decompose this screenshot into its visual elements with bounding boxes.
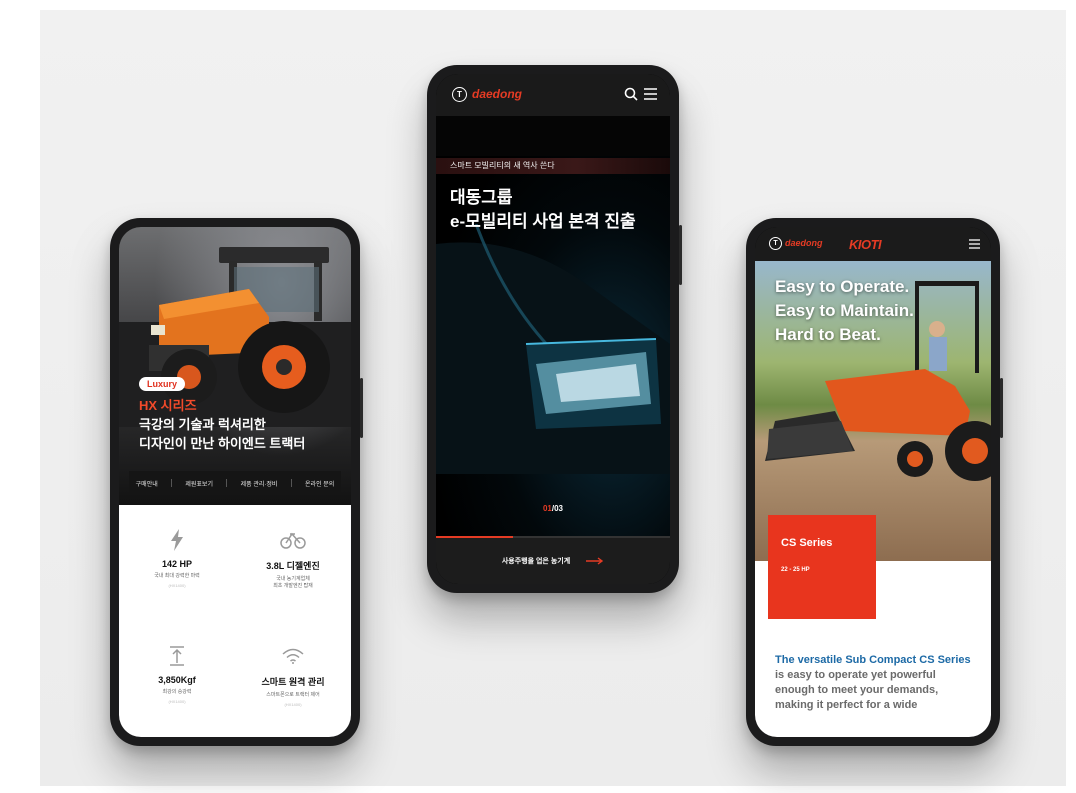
menu-icon[interactable]: [969, 239, 980, 249]
headline-line1: 극강의 기술과 럭셔리한: [139, 417, 266, 432]
spec-value: 142 HP: [161, 559, 193, 569]
nav-purchase-guide[interactable]: 구매안내: [136, 479, 158, 488]
phone-e-mobility: T daedong 스마트 모빌리티의 새 역사 쓴다 대동그룹 e-모빌리티 …: [427, 65, 682, 593]
spec-value: 3,850Kgf: [158, 675, 196, 685]
app-header: T daedong: [436, 74, 670, 116]
headline-line1: 대동그룹: [450, 188, 513, 207]
phone-hx-series: Luxury HX 시리즈 극강의 기술과 럭셔리한 디자인이 만난 하이엔드 …: [110, 218, 363, 746]
spec-lift: 3,850Kgf 최강의 승강력 (HX1400): [119, 643, 235, 704]
spec-note: (HX1400): [168, 583, 186, 588]
nav-maintenance[interactable]: 제품 관리·정비: [241, 479, 278, 488]
spec-desc: 최강의 승강력: [162, 689, 192, 695]
pager-total: 03: [554, 504, 564, 513]
spec-smart: 스마트 원격 관리 스마트폰으로 트랙터 제어 (HX1400): [235, 643, 351, 707]
headline-line1: Easy to Operate.: [775, 277, 910, 296]
menu-icon[interactable]: [644, 88, 657, 100]
spec-note: (HX1400): [168, 699, 186, 704]
kioti-logo[interactable]: KIOTI: [849, 237, 882, 252]
lightning-icon: [119, 527, 235, 553]
phone-kioti-cs: T daedong KIOTI Easy to Operate. Easy to…: [746, 218, 1003, 746]
spec-engine: 3.8L 디젤엔진 국내 농기계업체 최초 개발엔진 탑재: [235, 527, 351, 590]
daedong-logo-icon[interactable]: T: [769, 237, 782, 250]
phone2-screen: T daedong 스마트 모빌리티의 새 역사 쓴다 대동그룹 e-모빌리티 …: [436, 74, 670, 584]
headline-line3: Hard to Beat.: [775, 325, 881, 344]
hero-headline: 대동그룹 e-모빌리티 사업 본격 진출: [450, 186, 670, 234]
spec-desc: 국내 농기계업체 최초 개발엔진 탑재: [273, 576, 313, 589]
description-line2: making it perfect for a wide: [775, 699, 918, 711]
lift-icon: [119, 643, 235, 669]
slide-pager[interactable]: 01/03: [436, 504, 670, 513]
series-description: The versatile Sub Compact CS Series is e…: [775, 653, 975, 713]
luxury-badge: Luxury: [139, 377, 186, 391]
pager-current: 01: [542, 504, 552, 513]
hero-headline: 극강의 기술과 럭셔리한 디자인이 만난 하이엔드 트랙터: [139, 415, 339, 453]
phone1-screen: Luxury HX 시리즈 극강의 기술과 럭셔리한 디자인이 만난 하이엔드 …: [119, 227, 351, 737]
nav-divider: [226, 479, 228, 487]
headline-line2: e-모빌리티 사업 본격 진출: [450, 212, 636, 231]
headline-line2: Easy to Maintain.: [775, 301, 914, 320]
description-highlight: The versatile Sub Compact CS Series: [775, 654, 971, 666]
hx-tractor-hero: [119, 227, 351, 505]
nav-spec-sheet[interactable]: 제원표보기: [185, 479, 213, 488]
wifi-icon: [235, 643, 351, 669]
nav-divider: [290, 479, 292, 487]
spec-note: (HX1400): [284, 702, 302, 707]
headlamp-image: [436, 224, 670, 474]
daedong-logo-icon[interactable]: T: [452, 87, 467, 102]
spec-value: 3.8L 디젤엔진: [266, 561, 320, 571]
hero-top-strip: [436, 116, 670, 156]
hero-headline: Easy to Operate. Easy to Maintain. Hard …: [775, 275, 914, 347]
hero-tagline: 스마트 모빌리티의 새 역사 쓴다: [450, 161, 555, 170]
description-body: is easy to operate yet powerful enough t…: [775, 669, 939, 696]
search-icon[interactable]: [624, 87, 638, 101]
cta-button[interactable]: 사용주행을 업은 농기계: [436, 538, 670, 584]
series-hp: 22 - 25 HP: [781, 567, 810, 573]
spec-desc: 스마트폰으로 트랙터 제어: [266, 692, 320, 698]
nav-online-inquiry[interactable]: 온라인 문의: [305, 479, 334, 488]
headline-line2: 디자인이 만난 하이엔드 트랙터: [139, 436, 306, 451]
spec-desc: 국내 최대 강력한 마력: [154, 573, 200, 579]
series-title: HX 시리즈: [139, 398, 197, 413]
cta-label: 사용주행을 업은 농기계: [501, 558, 571, 565]
engine-icon: [235, 527, 351, 553]
daedong-logo-text[interactable]: daedong: [785, 238, 823, 248]
quick-nav: 구매안내 제원표보기 제품 관리·정비 온라인 문의: [129, 471, 341, 495]
phone3-screen: T daedong KIOTI Easy to Operate. Easy to…: [755, 227, 991, 737]
spec-horsepower: 142 HP 국내 최대 강력한 마력 (HX1400): [119, 527, 235, 588]
arrow-right-icon: [586, 557, 604, 565]
nav-divider: [171, 479, 173, 487]
app-header: T daedong KIOTI: [755, 227, 991, 261]
spec-panel: 142 HP 국내 최대 강력한 마력 (HX1400) 3.8L 디젤엔진 국…: [119, 505, 351, 737]
spec-value: 스마트 원격 관리: [261, 677, 325, 687]
daedong-logo-text[interactable]: daedong: [472, 87, 522, 101]
series-title: CS Series: [781, 537, 833, 549]
